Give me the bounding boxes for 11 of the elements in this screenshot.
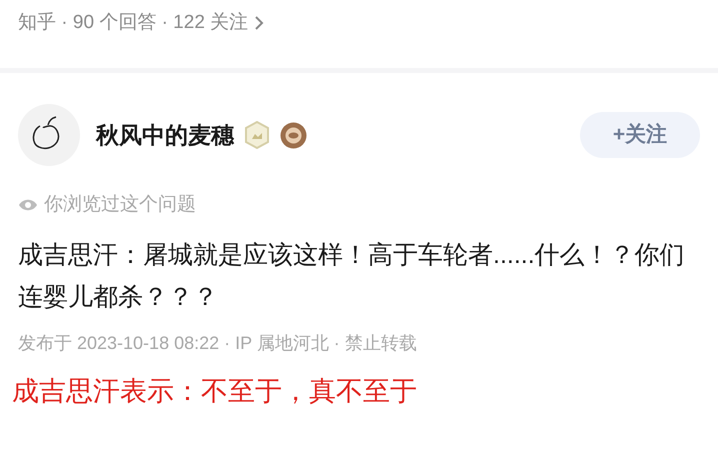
medal-badge-icon <box>280 122 307 148</box>
author-name[interactable]: 秋风中的麦穗 <box>96 118 234 152</box>
caption: 成吉思汗表示：不至于，真不至于 <box>11 374 418 408</box>
chevron-right-icon <box>254 15 264 31</box>
answer-meta: 发布于 2023-10-18 08:22 · IP 属地河北 · 禁止转载 <box>17 332 418 354</box>
eye-icon <box>18 198 38 212</box>
viewed-note: 你浏览过这个问题 <box>44 193 196 217</box>
answer-text[interactable]: 成吉思汗：屠城就是应该这样！高于车轮者......什么！？你们连婴儿都杀？？？ <box>0 234 718 318</box>
hexagon-badge-icon <box>244 121 270 149</box>
avatar-icon[interactable] <box>18 104 80 166</box>
follow-button[interactable]: +关注 <box>580 112 700 158</box>
